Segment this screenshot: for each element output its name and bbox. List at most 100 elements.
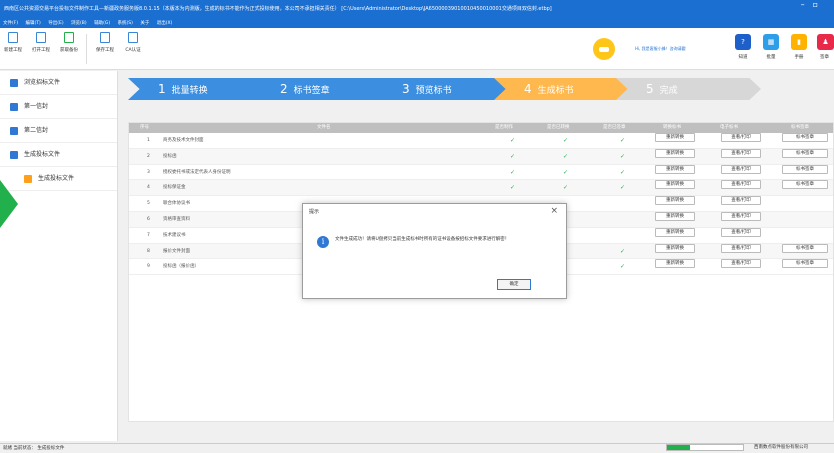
table-row[interactable]: 4 投标保证金 ✓ ✓ ✓ 重新转换 查看/打印 标书签章 <box>129 180 833 197</box>
help-icon: ? <box>741 38 745 46</box>
check-icon: ✓ <box>563 152 569 160</box>
step-generate[interactable]: 4 生成标书 <box>494 78 639 100</box>
prompt-dialog: 提示 × i 文件生成成功！请将U盘拷贝当前生成标书时所有的证书设备按招标文件要… <box>302 203 567 299</box>
sign-button[interactable]: 标书签章 <box>782 243 828 253</box>
view-print-button[interactable]: 查看/打印 <box>721 211 761 221</box>
reconvert-button[interactable]: 重新转换 <box>655 133 695 142</box>
sidebar-item-browse-tender[interactable]: 浏览招标文件 <box>0 71 117 95</box>
check-icon: ✓ <box>620 168 626 176</box>
minimize-icon[interactable]: – <box>801 0 813 9</box>
check-icon: ✓ <box>620 247 626 255</box>
reconvert-button[interactable]: 重新转换 <box>655 180 695 190</box>
progress-fill <box>667 445 690 450</box>
get-backup-button[interactable]: 获取备份 <box>56 32 82 53</box>
ok-button[interactable]: 确定 <box>497 279 531 290</box>
menu-export[interactable]: 导出(E) <box>48 21 63 26</box>
cell-filename: 投标函 <box>163 153 177 159</box>
signature-icon: ♟ <box>822 38 829 46</box>
header-made: 是否制作 <box>495 125 513 130</box>
step-finish[interactable]: 5 完成 <box>616 78 761 100</box>
dialog-title: 提示 <box>309 209 320 215</box>
cell-filename: 报价文件封面 <box>163 248 190 254</box>
sidebar-item-generate[interactable]: 生成投标文件 <box>0 143 117 167</box>
certificate-icon <box>128 32 138 43</box>
dialog-message: 文件生成成功！请将U盘拷贝当前生成标书时所有的证书设备按招标文件要求进行解密！ <box>335 237 510 242</box>
reconvert-button[interactable]: 重新转换 <box>655 243 695 253</box>
close-icon[interactable]: × <box>550 206 558 216</box>
header-ebid: 电子标书 <box>720 125 738 130</box>
new-project-button[interactable]: 新建工程 <box>0 32 26 53</box>
cell-filename: 资格审查资料 <box>163 216 190 222</box>
cell-no: 9 <box>147 264 150 270</box>
sign-button[interactable]: 标书签章 <box>782 133 828 142</box>
check-icon: ✓ <box>620 152 626 160</box>
know-button[interactable]: ? <box>735 34 751 50</box>
view-print-button[interactable]: 查看/打印 <box>721 227 761 237</box>
assistant-greeting[interactable]: Hi, 我是客服小蜂！咨询请戳 <box>635 46 686 52</box>
toolbar-divider <box>86 34 87 64</box>
reconvert-button[interactable]: 重新转换 <box>655 148 695 158</box>
menu-browse[interactable]: 浏览(B) <box>71 21 87 26</box>
cell-no: 6 <box>147 216 150 222</box>
check-icon: ✓ <box>510 137 516 144</box>
view-print-button[interactable]: 查看/打印 <box>721 148 761 158</box>
restore-icon[interactable]: ▫ <box>813 0 826 9</box>
header-filename: 文件名 <box>317 125 331 130</box>
sign-button[interactable]: 标书签章 <box>782 180 828 190</box>
view-print-button[interactable]: 查看/打印 <box>721 196 761 206</box>
check-icon: ✓ <box>563 137 569 144</box>
ca-auth-button[interactable]: CA认证 <box>120 32 146 53</box>
cell-no: 5 <box>147 201 150 207</box>
sign-button[interactable]: 标书签章 <box>782 259 828 269</box>
reconvert-button[interactable]: 重新转换 <box>655 196 695 206</box>
check-icon: ✓ <box>510 168 516 176</box>
reconvert-button[interactable]: 重新转换 <box>655 164 695 174</box>
menu-about[interactable]: 关于 <box>140 21 149 26</box>
bee-assistant-icon[interactable] <box>593 38 615 60</box>
step-sign[interactable]: 2 标书签章 <box>250 78 395 100</box>
header-convert: 转换标书 <box>663 125 681 130</box>
cell-filename: 联合体协议书 <box>163 201 190 207</box>
save-icon <box>100 32 110 43</box>
menu-file[interactable]: 文件(F) <box>3 21 18 26</box>
step-batch-convert[interactable]: 1 批量转换 <box>128 78 273 100</box>
signature-button[interactable]: ♟ <box>817 34 834 50</box>
reconvert-button[interactable]: 重新转换 <box>655 259 695 269</box>
header-no: 序号 <box>140 125 149 130</box>
save-project-button[interactable]: 保存工程 <box>92 32 118 53</box>
view-print-button[interactable]: 查看/打印 <box>721 243 761 253</box>
check-icon: ✓ <box>510 184 516 192</box>
status-company: 西南数点软件股份有限公司 <box>754 445 808 450</box>
window-controls[interactable]: –▫ <box>801 0 826 9</box>
view-print-button[interactable]: 查看/打印 <box>721 259 761 269</box>
sidebar-item-second-envelope[interactable]: 第二信封 <box>0 119 117 143</box>
table-row[interactable]: 1 商务及技术文件封面 ✓ ✓ ✓ 重新转换 查看/打印 标书签章 <box>129 133 833 149</box>
cell-no: 8 <box>147 248 150 254</box>
sidebar-item-first-envelope[interactable]: 第一信封 <box>0 95 117 119</box>
open-project-button[interactable]: 打开工程 <box>28 32 54 53</box>
reconvert-button[interactable]: 重新转换 <box>655 211 695 221</box>
header-converted: 是否已转换 <box>547 125 570 130</box>
step-preview[interactable]: 3 预览标书 <box>372 78 517 100</box>
header-sign: 标书签章 <box>791 125 809 130</box>
check-icon: ✓ <box>563 168 569 176</box>
menu-system[interactable]: 系统(S) <box>118 21 133 26</box>
table-row[interactable]: 2 投标函 ✓ ✓ ✓ 重新转换 查看/打印 标书签章 <box>129 148 833 165</box>
check-icon: ✓ <box>620 263 626 271</box>
reconvert-button[interactable]: 重新转换 <box>655 227 695 237</box>
window-title: 西南区公共资源交易平台投标文件制作工具—新疆政务服务版8.0.1.15（本版本为… <box>4 6 552 12</box>
sign-button[interactable]: 标书签章 <box>782 148 828 158</box>
manual-button[interactable]: ▮ <box>791 34 807 50</box>
menu-exit[interactable]: 退出(X) <box>157 21 173 26</box>
sign-button[interactable]: 标书签章 <box>782 164 828 174</box>
batch-button[interactable]: ▦ <box>763 34 779 50</box>
view-print-button[interactable]: 查看/打印 <box>721 133 761 142</box>
menu-edit[interactable]: 编辑(T) <box>26 21 41 26</box>
table-row[interactable]: 3 授权委托书或法定代表人身份证明 ✓ ✓ ✓ 重新转换 查看/打印 标书签章 <box>129 164 833 181</box>
menu-assist[interactable]: 辅助(G) <box>94 21 110 26</box>
document-icon <box>10 79 18 87</box>
batch-label: 批量 <box>766 55 776 60</box>
know-label: 知道 <box>738 55 748 60</box>
view-print-button[interactable]: 查看/打印 <box>721 164 761 174</box>
view-print-button[interactable]: 查看/打印 <box>721 180 761 190</box>
